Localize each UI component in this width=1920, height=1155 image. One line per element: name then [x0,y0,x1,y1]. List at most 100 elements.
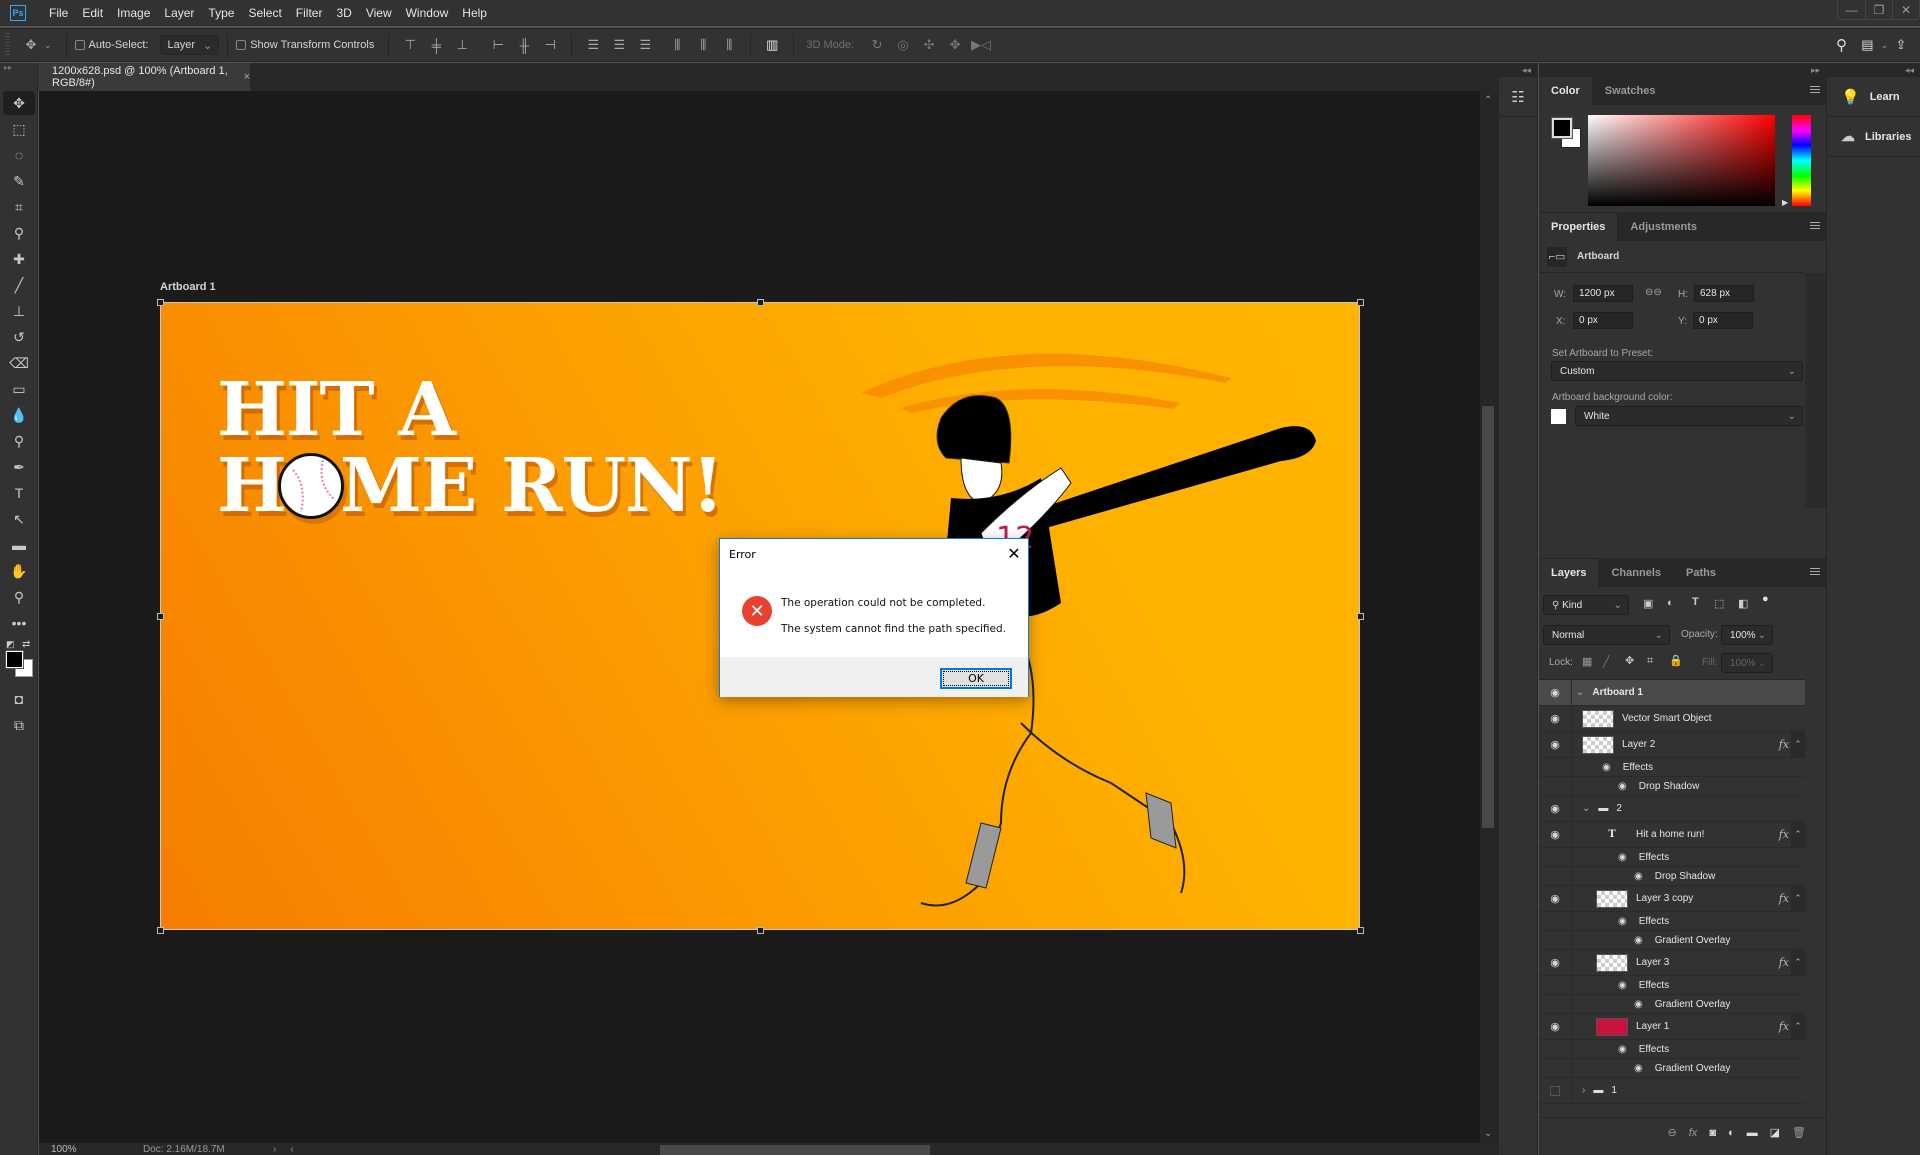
3d-slide-icon[interactable]: ✥ [944,34,966,56]
transform-handle[interactable] [1357,613,1364,620]
distribute-right-icon[interactable]: ⫼ [718,34,740,56]
color-field[interactable] [1588,115,1775,206]
close-tab-icon[interactable]: × [244,71,250,83]
properties-scrollbar[interactable] [1805,273,1826,508]
dodge-tool[interactable]: ⚲ [3,429,35,453]
minimize-button[interactable]: — [1838,0,1865,19]
layer-effect-row[interactable]: ◉ Drop Shadow [1539,867,1805,886]
effect-visibility-icon[interactable]: ◉ [1634,1063,1643,1074]
layer-row[interactable]: › ▬ 1 [1539,1078,1805,1104]
visibility-eye-icon[interactable]: ◉ [1539,892,1571,905]
layer-row[interactable]: ◉ Layer 2 fx ⌃ [1539,732,1805,758]
collapse-chevron-icon[interactable]: ⌄ [1576,687,1584,698]
dialog-close-button[interactable]: ✕ [1004,543,1024,563]
align-vertical-centers-icon[interactable]: ╪ [425,34,447,56]
layer-row[interactable]: ◉ Layer 1 fx ⌃ [1539,1014,1805,1040]
move-tool[interactable]: ✥ [3,91,35,115]
menu-3d[interactable]: 3D [335,3,352,23]
zoom-tool[interactable]: ⚲ [3,585,35,609]
options-bar-grip[interactable] [5,33,10,57]
3d-orbit-icon[interactable]: ↻ [866,34,888,56]
align-bottom-edges-icon[interactable]: ⊥ [451,34,473,56]
layer-effects-row[interactable]: ◉ Effects [1539,1040,1805,1059]
swap-colors-icon[interactable]: ⇄ [22,639,30,650]
auto-select-target-dropdown[interactable]: Layer ⌄ [160,35,220,55]
filter-shape-icon[interactable]: ⬚ [1714,597,1724,610]
layer-filter-dropdown[interactable]: ⚲ Kind ⌄ [1543,595,1629,615]
tab-paths[interactable]: Paths [1674,559,1729,587]
x-input[interactable]: 0 px [1573,312,1633,329]
layer-row[interactable]: ◉ Layer 3 fx ⌃ [1539,950,1805,976]
healing-brush-tool[interactable]: ✚ [3,247,35,271]
hand-tool[interactable]: ✋ [3,559,35,583]
layer-effect-row[interactable]: ◉ Drop Shadow [1539,777,1805,796]
filter-adjustment-icon[interactable]: ◐ [1667,597,1674,609]
menu-file[interactable]: File [48,3,69,23]
visibility-off-icon[interactable] [1539,1085,1571,1096]
delete-layer-icon[interactable]: 🗑 [1792,1126,1806,1139]
panel-menu-icon[interactable] [1810,568,1820,576]
expand-chevron-icon[interactable]: › [1582,1085,1585,1096]
new-layer-icon[interactable]: ◪ [1770,1126,1780,1139]
effect-visibility-icon[interactable]: ◉ [1618,852,1627,863]
document-tab[interactable]: 1200x628.psd @ 100% (Artboard 1, RGB/8#)… [38,63,250,91]
transform-handle[interactable] [757,927,764,934]
panel-menu-icon[interactable] [1810,86,1820,94]
tab-layers[interactable]: Layers [1539,559,1600,587]
opacity-input[interactable]: 100% ⌄ [1721,625,1773,645]
search-icon[interactable]: ⚲ [1830,34,1852,56]
menu-select[interactable]: Select [247,3,282,23]
marquee-tool[interactable]: ⬚ [3,117,35,141]
collapse-effects-icon[interactable]: ⌃ [1791,950,1805,975]
fill-input[interactable]: 100% ⌄ [1721,653,1773,673]
menu-edit[interactable]: Edit [81,3,104,23]
history-brush-tool[interactable]: ↺ [3,325,35,349]
visibility-eye-icon[interactable]: ◉ [1539,956,1571,969]
menu-view[interactable]: View [365,3,393,23]
menu-layer[interactable]: Layer [163,3,195,23]
panel-menu-icon[interactable] [1810,222,1820,230]
edit-toolbar-tool[interactable]: ••• [3,611,35,635]
align-top-edges-icon[interactable]: ⊤ [399,34,421,56]
chevron-down-icon[interactable]: ⌄ [44,40,52,51]
layer-effect-row[interactable]: ◉ Gradient Overlay [1539,1059,1805,1078]
collapse-dock-icon[interactable]: ◂◂ [1827,63,1920,77]
layer-fx-icon[interactable]: fx [1779,956,1789,969]
scroll-left-icon[interactable]: ‹ [290,1144,293,1155]
filter-type-icon[interactable]: T [1692,596,1699,608]
layer-row[interactable]: ◉ T Hit a home run! fx ⌃ [1539,822,1805,848]
lock-transparent-icon[interactable]: ▦ [1582,655,1592,668]
transform-handle[interactable] [157,613,164,620]
visibility-eye-icon[interactable]: ◉ [1539,686,1571,699]
align-horizontal-centers-icon[interactable]: ╫ [513,34,535,56]
layer-effect-row[interactable]: ◉ Gradient Overlay [1539,931,1805,950]
libraries-panel-button[interactable]: ☁ Libraries [1827,117,1920,157]
foreground-color-swatch[interactable] [5,650,24,669]
visibility-eye-icon[interactable]: ◉ [1539,738,1571,751]
collapse-chevron-icon[interactable]: ⌄ [1582,803,1590,814]
artboard-label[interactable]: Artboard 1 [160,281,216,293]
auto-select-checkbox[interactable] [74,40,85,50]
add-style-icon[interactable]: fx [1689,1127,1698,1139]
eraser-tool[interactable]: ⌫ [3,351,35,375]
close-window-button[interactable]: ✕ [1892,0,1919,19]
quick-select-tool[interactable]: ✎ [3,169,35,193]
transform-handle[interactable] [1357,299,1364,306]
menu-filter[interactable]: Filter [295,3,324,23]
restore-button[interactable]: ❐ [1865,0,1892,19]
scroll-down-icon[interactable]: ⌄ [1484,1128,1492,1139]
rectangle-tool[interactable]: ▬ [3,533,35,557]
effect-visibility-icon[interactable]: ◉ [1618,1044,1627,1055]
new-group-icon[interactable]: ▬ [1747,1127,1758,1139]
layer-fx-icon[interactable]: fx [1779,828,1789,841]
transform-handle[interactable] [157,927,164,934]
brush-tool[interactable]: ╱ [3,273,35,297]
show-transform-checkbox[interactable] [236,40,247,50]
height-input[interactable]: 628 px [1694,285,1754,302]
layer-row[interactable]: ◉ Layer 3 copy fx ⌃ [1539,886,1805,912]
default-colors-icon[interactable]: ◩ [6,639,15,650]
ok-button[interactable]: OK [940,668,1012,689]
status-menu-arrow[interactable]: › [273,1144,276,1155]
layer-effects-row[interactable]: ◉ Effects [1539,758,1805,777]
collapse-effects-icon[interactable]: ⌃ [1791,1014,1805,1039]
